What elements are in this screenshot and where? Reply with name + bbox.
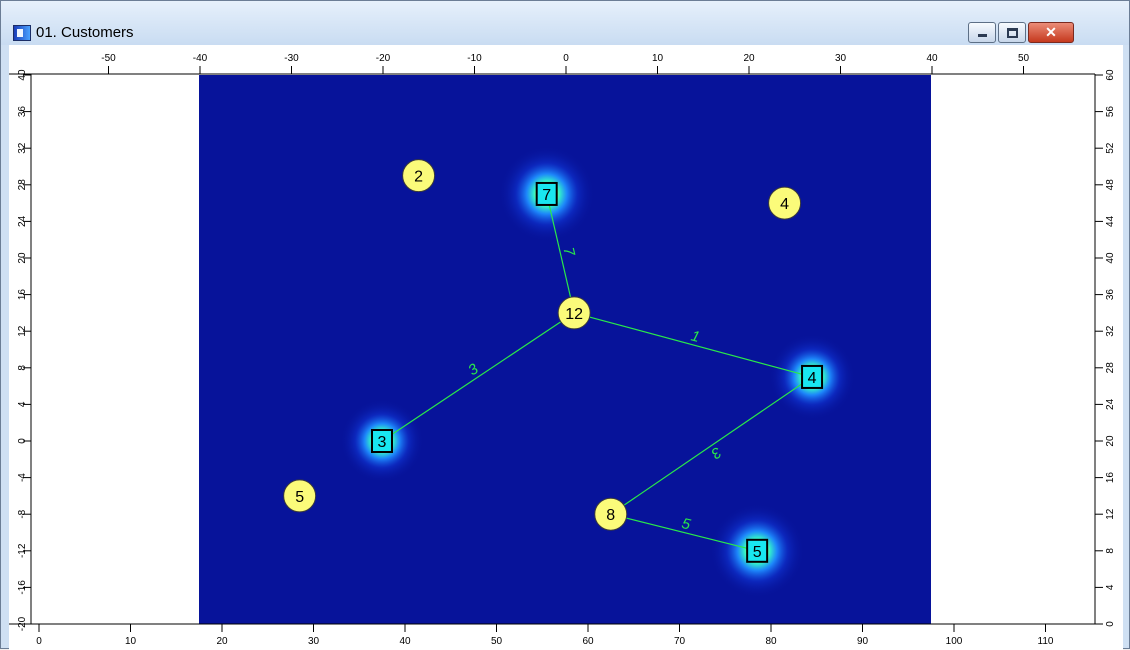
right-tick-label: 60 <box>1105 69 1116 81</box>
demand-circle[interactable]: 8 <box>594 497 628 531</box>
map-canvas[interactable]: 73135 2412587345 -50 -40 -30 -20 -10 0 10 20 30 4… <box>9 45 1123 650</box>
bottom-tick-label: 50 <box>491 636 503 647</box>
right-tick-label: 8 <box>1105 548 1116 554</box>
chart-window-icon <box>13 25 31 41</box>
close-button[interactable]: ✕ <box>1028 22 1074 43</box>
left-tick-label: -8 <box>17 509 28 518</box>
right-tick-label: 52 <box>1105 142 1116 154</box>
left-tick-label: 0 <box>17 438 28 444</box>
left-tick-label: 40 <box>17 69 28 81</box>
bottom-tick-label: 20 <box>216 636 228 647</box>
app-window: 01. Customers ✕ 73135 2 4 12 5 8 7 3 4 5 -50 -40-… <box>0 0 1130 650</box>
demand-circle[interactable]: 2 <box>402 159 436 193</box>
top-tick-label: 40 <box>926 53 938 64</box>
left-tick-label: -12 <box>17 543 28 558</box>
facility-square[interactable]: 4 <box>801 364 824 389</box>
right-tick-label: 44 <box>1105 215 1116 227</box>
density-heatmap <box>199 75 931 624</box>
top-tick-label: -50 <box>101 53 116 64</box>
left-tick-label: 12 <box>17 325 28 337</box>
left-tick-label: 16 <box>17 289 28 301</box>
top-tick-label: -40 <box>193 53 208 64</box>
right-tick-label: 28 <box>1105 362 1116 374</box>
circle-label: 4 <box>780 196 789 213</box>
right-tick-label: 16 <box>1105 472 1116 484</box>
bottom-tick-label: 0 <box>36 636 42 647</box>
bottom-tick-label: 80 <box>765 636 777 647</box>
right-tick-label: 20 <box>1105 435 1116 447</box>
bottom-tick-label: 90 <box>857 636 869 647</box>
demand-circle[interactable]: 5 <box>283 479 317 513</box>
top-tick-label: -30 <box>284 53 299 64</box>
left-tick-label: 36 <box>17 106 28 118</box>
right-tick-label: 12 <box>1105 508 1116 520</box>
circle-label: 12 <box>565 306 583 323</box>
circle-label: 5 <box>295 489 304 506</box>
left-tick-label: 32 <box>17 142 28 154</box>
top-tick-label: 20 <box>743 53 755 64</box>
bottom-tick-label: 110 <box>1038 636 1054 647</box>
left-tick-label: -4 <box>17 473 28 482</box>
square-label: 5 <box>753 544 762 561</box>
top-tick-label: 10 <box>652 53 664 64</box>
demand-circle[interactable]: 4 <box>768 186 802 220</box>
left-tick-label: 20 <box>17 252 28 264</box>
bottom-tick-label: 60 <box>582 636 594 647</box>
square-label: 3 <box>378 434 387 451</box>
left-tick-label: 4 <box>17 401 28 407</box>
right-tick-label: 0 <box>1105 621 1116 627</box>
top-tick-label: 0 <box>563 53 569 64</box>
bottom-tick-label: 100 <box>946 636 963 647</box>
bottom-tick-label: 70 <box>674 636 686 647</box>
left-tick-label: 28 <box>17 179 28 191</box>
right-tick-label: 36 <box>1105 289 1116 301</box>
left-tick-label: -16 <box>17 580 28 595</box>
title-bar[interactable]: 01. Customers ✕ <box>1 1 1129 45</box>
close-icon: ✕ <box>1045 24 1057 40</box>
circle-label: 8 <box>606 507 615 524</box>
left-tick-label: 8 <box>17 365 28 371</box>
left-tick-label: -20 <box>17 616 28 631</box>
map-view[interactable]: 73135 2 4 12 5 8 7 3 4 5 -50 -40 -30 -20 -10 0 10 20 30 4… <box>9 45 1123 650</box>
right-tick-label: 56 <box>1105 106 1116 118</box>
window-title: 01. Customers <box>36 24 134 41</box>
top-tick-label: 50 <box>1018 53 1030 64</box>
minimize-button[interactable] <box>968 22 996 43</box>
square-label: 7 <box>542 187 551 204</box>
top-tick-label: -20 <box>376 53 391 64</box>
right-tick-label: 40 <box>1105 252 1116 264</box>
right-tick-label: 24 <box>1105 398 1116 410</box>
top-tick-label: -10 <box>467 53 482 64</box>
right-tick-label: 32 <box>1105 325 1116 337</box>
left-tick-label: 24 <box>17 215 28 227</box>
facility-square[interactable]: 7 <box>535 181 558 206</box>
demand-circle[interactable]: 12 <box>557 296 591 330</box>
facility-square[interactable]: 5 <box>746 538 769 563</box>
top-tick-label: 30 <box>835 53 847 64</box>
facility-square[interactable]: 3 <box>371 429 393 453</box>
right-tick-label: 48 <box>1105 179 1116 191</box>
circle-label: 2 <box>414 169 423 186</box>
bottom-tick-label: 30 <box>308 636 320 647</box>
bottom-tick-label: 10 <box>125 636 137 647</box>
maximize-button[interactable] <box>998 22 1026 43</box>
bottom-tick-label: 40 <box>399 636 411 647</box>
right-tick-label: 4 <box>1105 584 1116 590</box>
square-label: 4 <box>808 370 817 387</box>
